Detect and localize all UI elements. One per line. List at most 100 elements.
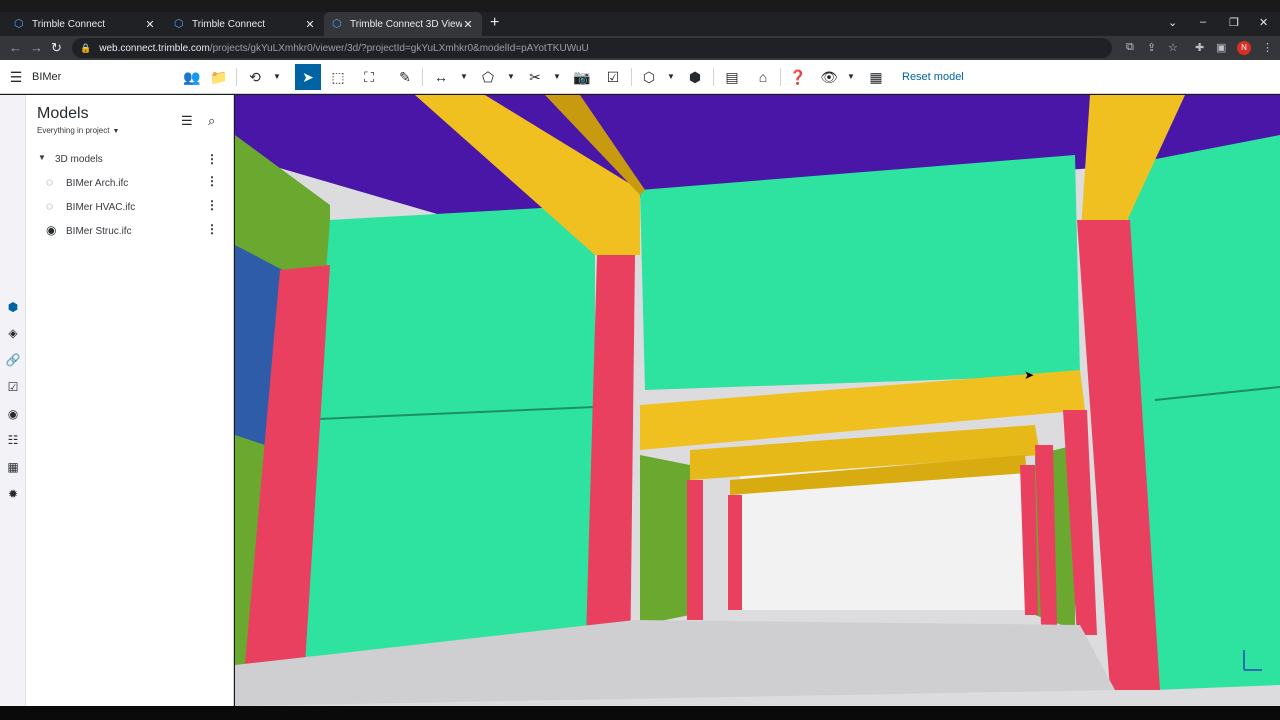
reload-icon[interactable]: ↻ bbox=[51, 40, 62, 56]
cube-view-icon[interactable]: ⬡ bbox=[638, 65, 660, 89]
visibility-icon[interactable]: 👁 bbox=[818, 65, 840, 89]
hamburger-menu-icon[interactable]: ☰ bbox=[5, 65, 27, 89]
trimble-favicon-icon: ⬡ bbox=[174, 18, 184, 30]
todo-icon[interactable]: ☑ bbox=[0, 380, 26, 398]
section-dropdown-icon[interactable]: ▼ bbox=[553, 72, 561, 81]
table-icon[interactable]: ▦ bbox=[0, 460, 26, 478]
reset-model-button[interactable]: Reset model bbox=[902, 71, 964, 83]
tab-search-icon[interactable]: ⌄ bbox=[1168, 16, 1177, 29]
browser-tab[interactable]: ⬡ Trimble Connect ✕ bbox=[6, 12, 164, 36]
side-panel-icon[interactable]: ▣ bbox=[1216, 41, 1226, 54]
column-far-1 bbox=[687, 480, 703, 620]
shape-icon[interactable]: ⬠ bbox=[477, 65, 499, 89]
browser-address-bar: ← → ↻ 🔒 web.connect.trimble.com /project… bbox=[0, 36, 1280, 60]
browser-tab[interactable]: ⬡ Trimble Connect ✕ bbox=[166, 12, 324, 36]
tree-icon[interactable]: ☷ bbox=[0, 433, 26, 451]
view-dropdown-icon[interactable]: ▼ bbox=[667, 72, 675, 81]
folder-icon[interactable]: 📁 bbox=[208, 65, 230, 89]
area-select-icon[interactable]: ⬚ bbox=[327, 65, 349, 89]
select-tool-button[interactable]: ➤ bbox=[295, 64, 321, 90]
translate-icon[interactable]: ⧉ bbox=[1126, 41, 1134, 54]
browser-tab-strip: ⬡ Trimble Connect ✕ ⬡ Trimble Connect ✕ … bbox=[0, 12, 1280, 36]
visibility-dropdown-icon[interactable]: ▼ bbox=[847, 72, 855, 81]
sort-icon[interactable]: ☰ bbox=[181, 113, 193, 129]
layers-icon[interactable]: ◈ bbox=[0, 326, 26, 344]
more-options-icon[interactable]: ⋮ bbox=[206, 174, 218, 188]
bookmark-star-icon[interactable]: ☆ bbox=[1168, 41, 1178, 54]
model-item[interactable]: ◉ BIMer Struc.ifc ⋮ bbox=[26, 221, 234, 241]
tab-title: Trimble Connect 3D Viewer - BIM bbox=[350, 18, 462, 30]
model-name: BIMer Arch.ifc bbox=[66, 178, 129, 189]
project-name[interactable]: BIMer bbox=[32, 71, 61, 83]
column-far-2 bbox=[728, 495, 742, 610]
add-todo-icon[interactable]: ☑ bbox=[602, 65, 624, 89]
views-icon[interactable]: ◉ bbox=[0, 407, 26, 425]
visibility-off-icon[interactable]: ◌ bbox=[46, 199, 53, 213]
restore-icon[interactable]: ❐ bbox=[1229, 16, 1239, 29]
3d-scene bbox=[235, 95, 1280, 706]
scope-filter[interactable]: Everything in project ▼ bbox=[37, 126, 119, 135]
model-group-3d[interactable]: ▼ 3D models ⋮ bbox=[26, 151, 234, 169]
clip-box-icon[interactable]: ⬢ bbox=[684, 65, 706, 89]
extensions-icon[interactable]: ✚ bbox=[1195, 41, 1204, 54]
close-tab-icon[interactable]: ✕ bbox=[304, 18, 316, 31]
chevron-down-icon: ▼ bbox=[112, 128, 120, 135]
visibility-off-icon[interactable]: ◌ bbox=[46, 175, 53, 189]
render-icon[interactable]: ▤ bbox=[721, 65, 743, 89]
scope-filter-label: Everything in project bbox=[37, 126, 110, 135]
side-rail: ⬢ ◈ 🔗 ☑ ◉ ☷ ▦ ✹ bbox=[0, 95, 26, 706]
measure-icon[interactable]: ↔ bbox=[430, 65, 452, 89]
divider bbox=[713, 68, 714, 86]
snapshot-icon[interactable]: 📷 bbox=[571, 65, 593, 89]
markup-icon[interactable]: ✎ bbox=[394, 65, 416, 89]
screen-bottom-edge bbox=[0, 706, 1280, 720]
orbit-dropdown-icon[interactable]: ▼ bbox=[273, 72, 281, 81]
minimize-icon[interactable]: – bbox=[1200, 16, 1206, 28]
tab-title: Trimble Connect bbox=[32, 18, 105, 30]
mouse-cursor-icon: ➤ bbox=[1024, 368, 1035, 382]
measure-dropdown-icon[interactable]: ▼ bbox=[460, 72, 468, 81]
walk-mode-icon[interactable]: ⌂ bbox=[752, 65, 774, 89]
section-cut-icon[interactable]: ✂ bbox=[524, 65, 546, 89]
model-name: BIMer Struc.ifc bbox=[66, 226, 132, 237]
browser-tab-active[interactable]: ⬡ Trimble Connect 3D Viewer - BIM ✕ bbox=[324, 12, 482, 36]
bounding-box-icon[interactable]: ⛶ bbox=[358, 65, 380, 89]
close-tab-icon[interactable]: ✕ bbox=[144, 18, 156, 31]
far-wall-green-left bbox=[640, 455, 690, 625]
models-icon[interactable]: ⬢ bbox=[0, 300, 26, 318]
add-user-icon[interactable]: 👥 bbox=[181, 65, 203, 89]
more-options-icon[interactable]: ⋮ bbox=[206, 152, 218, 166]
screen: ⬡ Trimble Connect ✕ ⬡ Trimble Connect ✕ … bbox=[0, 0, 1280, 720]
wall-left bbox=[295, 205, 595, 685]
profile-avatar[interactable]: N bbox=[1237, 41, 1251, 55]
share-icon[interactable]: ⇪ bbox=[1147, 41, 1156, 54]
settings-icon[interactable]: ✹ bbox=[0, 487, 26, 505]
group-label: 3D models bbox=[55, 154, 103, 165]
model-item[interactable]: ◌ BIMer HVAC.ifc ⋮ bbox=[26, 197, 234, 217]
forward-icon[interactable]: → bbox=[30, 40, 43, 55]
calculator-icon[interactable]: ▦ bbox=[865, 65, 887, 89]
more-options-icon[interactable]: ⋮ bbox=[206, 222, 218, 236]
model-name: BIMer HVAC.ifc bbox=[66, 202, 136, 213]
url-input[interactable]: 🔒 web.connect.trimble.com /projects/gkYu… bbox=[72, 38, 1112, 58]
model-item[interactable]: ◌ BIMer Arch.ifc ⋮ bbox=[26, 173, 234, 193]
more-options-icon[interactable]: ⋮ bbox=[206, 198, 218, 212]
divider bbox=[631, 68, 632, 86]
divider bbox=[236, 68, 237, 86]
divider bbox=[780, 68, 781, 86]
lock-icon: 🔒 bbox=[80, 42, 92, 53]
browser-menu-icon[interactable]: ⋮ bbox=[1262, 41, 1273, 54]
3d-viewport[interactable]: ➤ bbox=[235, 95, 1280, 706]
new-tab-icon[interactable]: + bbox=[490, 14, 499, 32]
shape-dropdown-icon[interactable]: ▼ bbox=[507, 72, 515, 81]
search-icon[interactable]: ⌕ bbox=[208, 113, 215, 129]
collapse-caret-icon[interactable]: ▼ bbox=[38, 153, 46, 162]
close-tab-icon[interactable]: ✕ bbox=[462, 18, 474, 31]
visibility-on-icon[interactable]: ◉ bbox=[46, 223, 56, 237]
axis-gizmo-icon bbox=[1243, 650, 1262, 671]
link-icon[interactable]: 🔗 bbox=[0, 353, 26, 371]
help-icon[interactable]: ❓ bbox=[787, 65, 809, 89]
close-window-icon[interactable]: ✕ bbox=[1259, 16, 1268, 29]
back-icon[interactable]: ← bbox=[9, 40, 22, 55]
orbit-icon[interactable]: ⟲ bbox=[244, 65, 266, 89]
